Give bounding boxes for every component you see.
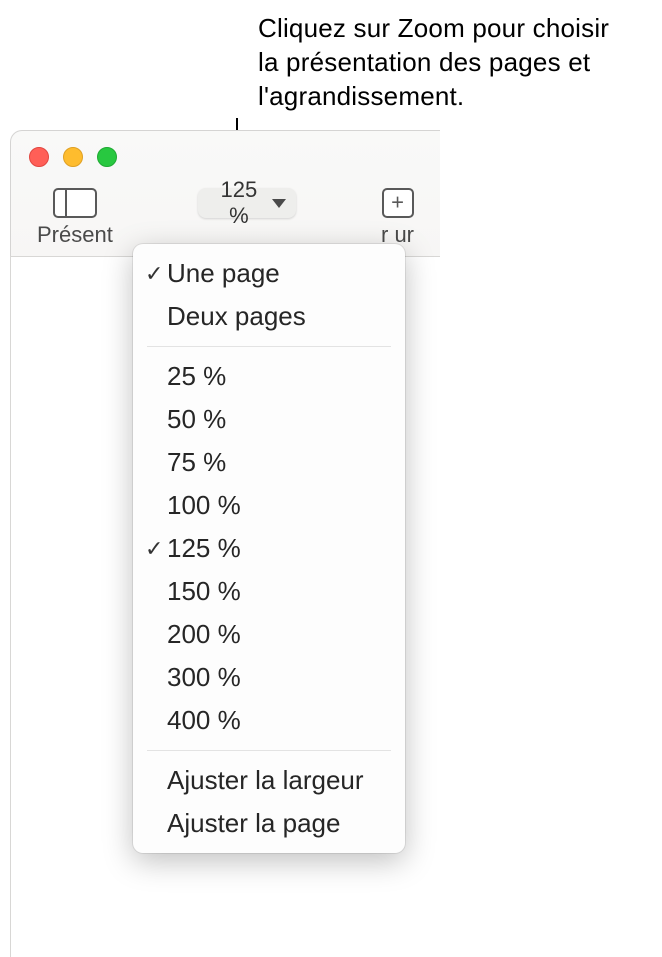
annotation-line: Cliquez sur Zoom pour choisir — [258, 12, 609, 46]
minimize-button[interactable] — [63, 147, 83, 167]
zoom-level-item[interactable]: 200 % — [133, 613, 405, 656]
zoom-level-label: 400 % — [167, 705, 241, 736]
zoom-level-label: 50 % — [167, 404, 226, 435]
add-page-button[interactable]: r ur — [381, 188, 414, 248]
zoom-button-container[interactable]: 125 % — [198, 188, 296, 218]
zoom-menu: Une page Deux pages 25 % 50 % 75 % 100 % 125 … — [133, 244, 405, 853]
zoom-level-item[interactable]: 25 % — [133, 355, 405, 398]
app-window: Présent 125 % r ur — [10, 130, 440, 260]
zoom-level-label: 300 % — [167, 662, 241, 693]
page-layout-item[interactable]: Une page — [133, 252, 405, 295]
zoom-level-item[interactable]: 300 % — [133, 656, 405, 699]
view-icon — [53, 188, 97, 218]
view-button[interactable]: Présent — [37, 188, 113, 248]
chevron-down-icon — [272, 199, 286, 208]
fit-option-item[interactable]: Ajuster la largeur — [133, 759, 405, 802]
zoom-level-label: 100 % — [167, 490, 241, 521]
zoom-level-item[interactable]: 400 % — [133, 699, 405, 742]
page-layout-label: Une page — [167, 258, 280, 289]
zoom-level-item[interactable]: 50 % — [133, 398, 405, 441]
plus-icon — [382, 188, 414, 218]
menu-divider — [147, 750, 391, 751]
fit-option-label: Ajuster la page — [167, 808, 340, 839]
toolbar: Présent 125 % r ur — [11, 188, 440, 248]
annotation-line: l'agrandissement. — [258, 80, 609, 114]
zoom-level-label: 200 % — [167, 619, 241, 650]
fullscreen-button[interactable] — [97, 147, 117, 167]
zoom-level-label: 25 % — [167, 361, 226, 392]
page-layout-label: Deux pages — [167, 301, 306, 332]
menu-divider — [147, 346, 391, 347]
fit-option-item[interactable]: Ajuster la page — [133, 802, 405, 845]
zoom-level-item[interactable]: 125 % — [133, 527, 405, 570]
view-label: Présent — [37, 222, 113, 248]
close-button[interactable] — [29, 147, 49, 167]
annotation-text: Cliquez sur Zoom pour choisir la présent… — [258, 12, 609, 113]
zoom-level-item[interactable]: 100 % — [133, 484, 405, 527]
page-layout-item[interactable]: Deux pages — [133, 295, 405, 338]
zoom-value: 125 % — [212, 177, 266, 229]
zoom-level-item[interactable]: 75 % — [133, 441, 405, 484]
zoom-level-item[interactable]: 150 % — [133, 570, 405, 613]
zoom-level-label: 75 % — [167, 447, 226, 478]
traffic-lights — [29, 147, 117, 167]
zoom-level-label: 150 % — [167, 576, 241, 607]
zoom-button[interactable]: 125 % — [198, 188, 296, 218]
zoom-level-label: 125 % — [167, 533, 241, 564]
annotation-line: la présentation des pages et — [258, 46, 609, 80]
fit-option-label: Ajuster la largeur — [167, 765, 364, 796]
